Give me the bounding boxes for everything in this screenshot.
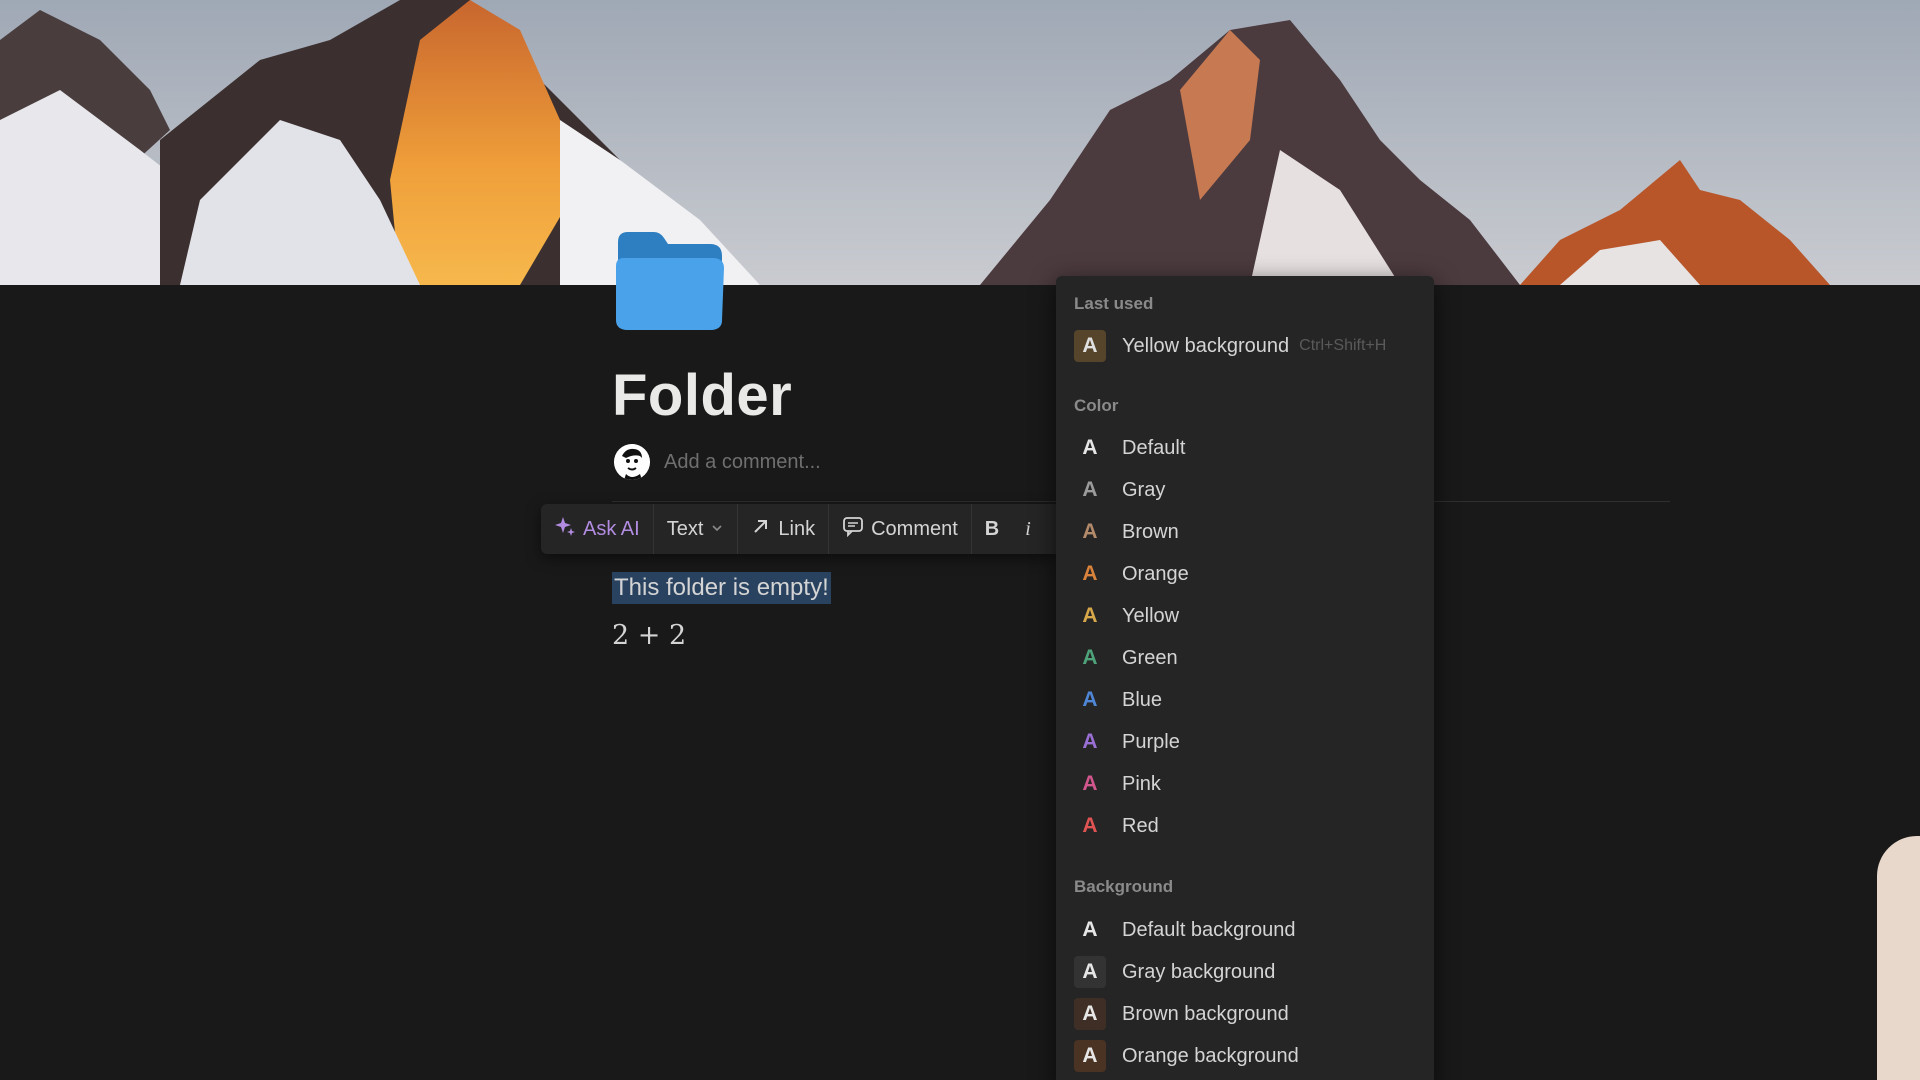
background-color-swatch-icon: A bbox=[1074, 1040, 1106, 1072]
text-color-swatch-icon: A bbox=[1082, 520, 1098, 543]
formatting-toolbar: Ask AI Text Link Comment B i bbox=[541, 504, 1057, 554]
app-window: Folder Add a comment... Ask AI Text Link… bbox=[0, 0, 1920, 1080]
menu-item-brown[interactable]: A Brown bbox=[1074, 513, 1416, 551]
menu-item-label: Brown background bbox=[1122, 1002, 1289, 1025]
menu-item-label: Default background bbox=[1122, 918, 1296, 941]
menu-item-yellow[interactable]: A Yellow bbox=[1074, 597, 1416, 635]
text-color-swatch-icon: A bbox=[1082, 562, 1098, 585]
arrow-up-right-icon bbox=[751, 516, 771, 542]
menu-item-default[interactable]: A Default bbox=[1074, 429, 1416, 467]
italic-button[interactable]: i bbox=[1012, 504, 1044, 554]
background-color-swatch-icon: A bbox=[1074, 998, 1106, 1030]
menu-item-label: Pink bbox=[1122, 772, 1161, 795]
comment-placeholder[interactable]: Add a comment... bbox=[664, 451, 821, 474]
menu-item-brown-background[interactable]: A Brown background bbox=[1074, 995, 1416, 1033]
comment-label: Comment bbox=[871, 517, 958, 540]
avatar[interactable] bbox=[614, 444, 650, 480]
menu-item-blue[interactable]: A Blue bbox=[1074, 681, 1416, 719]
menu-item-label: Green bbox=[1122, 646, 1178, 669]
menu-item-pink[interactable]: A Pink bbox=[1074, 765, 1416, 803]
sparkle-icon bbox=[554, 515, 576, 543]
menu-item-label: Blue bbox=[1122, 688, 1163, 711]
comment-icon bbox=[842, 515, 864, 543]
menu-item-default-background[interactable]: A Default background bbox=[1074, 911, 1416, 949]
menu-item-red[interactable]: A Red bbox=[1074, 807, 1416, 845]
menu-item-label: Orange bbox=[1122, 562, 1189, 585]
link-label: Link bbox=[778, 517, 816, 540]
menu-item-label: Red bbox=[1122, 814, 1159, 837]
section-last-used: Last used bbox=[1074, 294, 1154, 313]
section-background: Background bbox=[1074, 877, 1174, 896]
menu-item-label: Yellow bbox=[1122, 604, 1180, 627]
text-color-swatch-icon: A bbox=[1082, 814, 1098, 837]
page-cover-image[interactable] bbox=[0, 0, 1920, 285]
text-color-swatch-icon: A bbox=[1082, 730, 1098, 753]
section-color: Color bbox=[1074, 396, 1119, 415]
text-type-button[interactable]: Text bbox=[654, 504, 738, 554]
math-equation-block[interactable]: 2 + 2 bbox=[612, 620, 686, 651]
chevron-down-icon bbox=[710, 518, 724, 541]
menu-item-label: Purple bbox=[1122, 730, 1180, 753]
overlay-peek-shape bbox=[1877, 836, 1920, 1080]
menu-item-green[interactable]: A Green bbox=[1074, 639, 1416, 677]
page-title[interactable]: Folder bbox=[612, 362, 792, 429]
selected-text-block[interactable]: This folder is empty! bbox=[612, 572, 831, 604]
bold-button[interactable]: B bbox=[972, 504, 1012, 554]
ask-ai-button[interactable]: Ask AI bbox=[541, 504, 653, 554]
menu-item-yellow-background-recent[interactable]: A Yellow background Ctrl+Shift+H bbox=[1074, 327, 1416, 365]
text-color-swatch-icon: A bbox=[1082, 436, 1098, 459]
folder-icon[interactable] bbox=[610, 228, 726, 332]
menu-item-label: Brown bbox=[1122, 520, 1179, 543]
text-color-swatch-icon: A bbox=[1074, 330, 1106, 362]
menu-item-label: Orange background bbox=[1122, 1044, 1299, 1067]
menu-item-label: Gray background bbox=[1122, 960, 1276, 983]
text-type-label: Text bbox=[666, 517, 704, 540]
comment-button[interactable]: Comment bbox=[829, 504, 971, 554]
menu-item-purple[interactable]: A Purple bbox=[1074, 723, 1416, 761]
menu-item-gray-background[interactable]: A Gray background bbox=[1074, 953, 1416, 991]
text-color-swatch-icon: A bbox=[1082, 604, 1098, 627]
color-menu: Last used A Yellow background Ctrl+Shift… bbox=[1056, 276, 1434, 1080]
menu-item-label: Default bbox=[1122, 436, 1186, 459]
background-color-swatch-icon: A bbox=[1074, 956, 1106, 988]
background-color-swatch-icon: A bbox=[1082, 918, 1098, 941]
menu-item-orange-background[interactable]: A Orange background bbox=[1074, 1037, 1416, 1075]
menu-item-label: Gray bbox=[1122, 478, 1166, 501]
ask-ai-label: Ask AI bbox=[583, 517, 640, 540]
text-color-swatch-icon: A bbox=[1082, 478, 1098, 501]
menu-item-orange[interactable]: A Orange bbox=[1074, 555, 1416, 593]
link-button[interactable]: Link bbox=[738, 504, 828, 554]
comment-row[interactable]: Add a comment... bbox=[614, 444, 821, 480]
text-color-swatch-icon: A bbox=[1082, 646, 1098, 669]
text-color-swatch-icon: A bbox=[1082, 772, 1098, 795]
menu-item-label: Yellow background bbox=[1122, 334, 1290, 357]
menu-item-gray[interactable]: A Gray bbox=[1074, 471, 1416, 509]
text-color-swatch-icon: A bbox=[1082, 688, 1098, 711]
keyboard-shortcut: Ctrl+Shift+H bbox=[1299, 337, 1387, 354]
